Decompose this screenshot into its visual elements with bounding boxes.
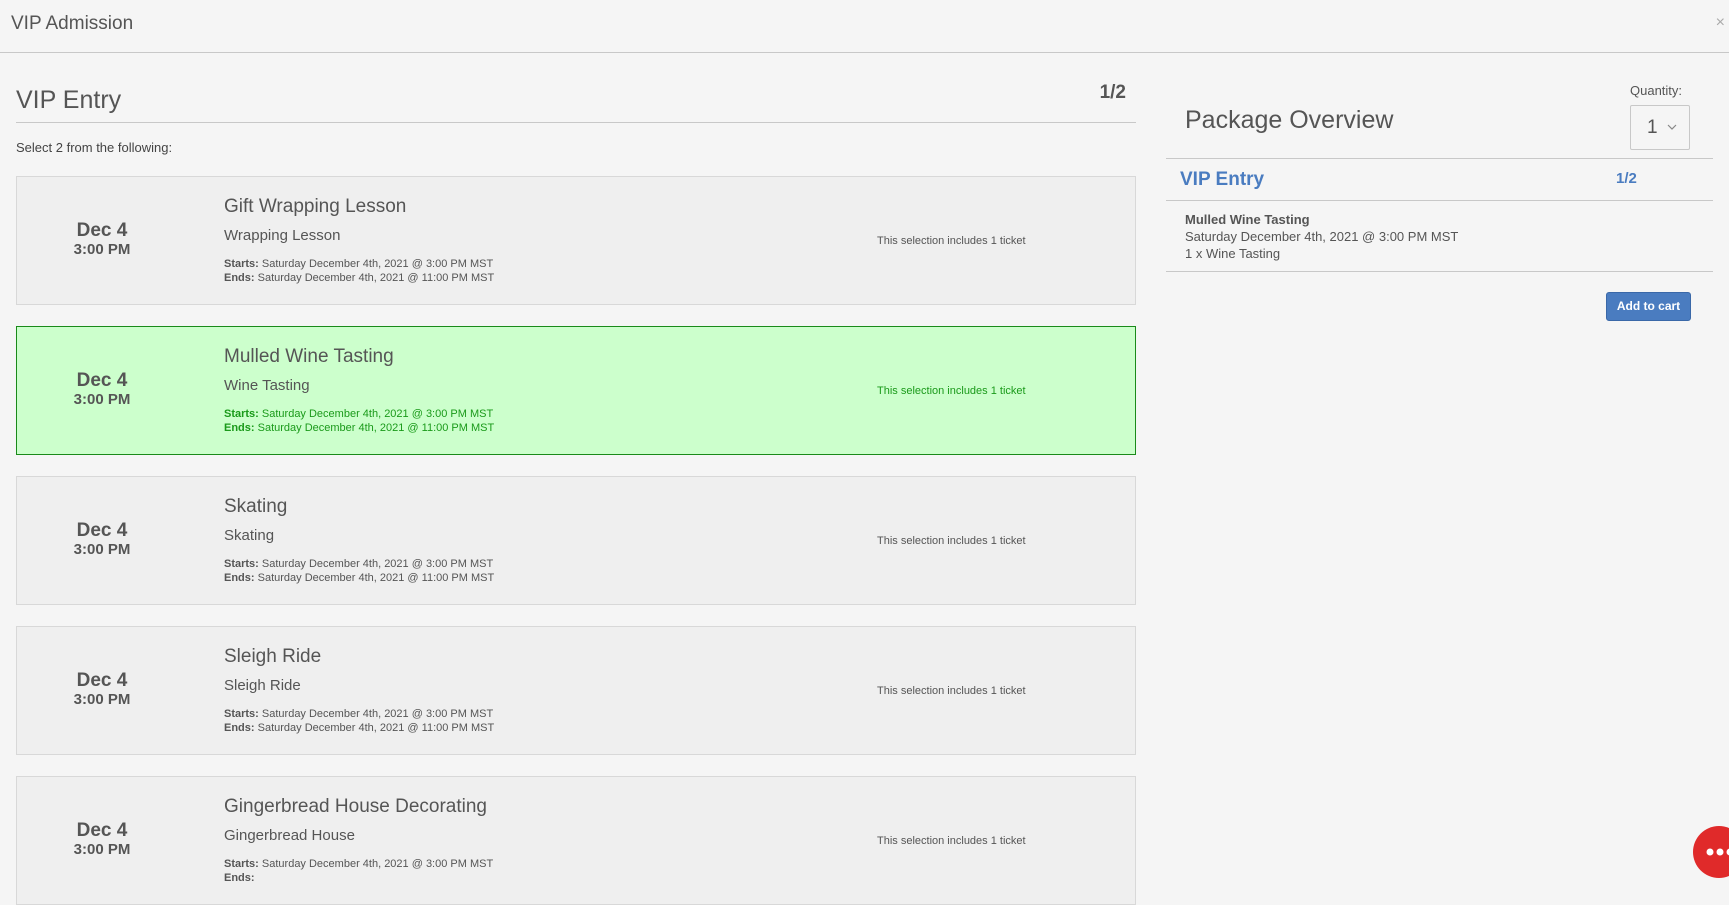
- starts-label: Starts:: [224, 858, 259, 870]
- starts-value: Saturday December 4th, 2021 @ 3:00 PM MS…: [262, 858, 493, 870]
- option-title: Gift Wrapping Lesson: [224, 196, 406, 218]
- option-card[interactable]: Dec 4 3:00 PM Skating Skating Starts: Sa…: [16, 476, 1136, 605]
- starts-value: Saturday December 4th, 2021 @ 3:00 PM MS…: [262, 708, 493, 720]
- overview-divider: [1166, 158, 1713, 159]
- overview-item-title: Mulled Wine Tasting: [1185, 212, 1310, 227]
- overview-divider: [1166, 200, 1713, 201]
- option-card[interactable]: Dec 4 3:00 PM Sleigh Ride Sleigh Ride St…: [16, 626, 1136, 755]
- modal-title: VIP Admission: [11, 13, 133, 35]
- option-day: Dec 4: [17, 221, 187, 241]
- add-to-cart-button[interactable]: Add to cart: [1606, 292, 1691, 321]
- ends-value: Saturday December 4th, 2021 @ 11:00 PM M…: [258, 572, 495, 584]
- option-includes: This selection includes 1 ticket: [877, 835, 1026, 847]
- package-overview-panel: Quantity: 1 Package Overview VIP Entry 1…: [1166, 53, 1713, 870]
- ends-label: Ends:: [224, 572, 255, 584]
- option-title: Skating: [224, 496, 287, 518]
- option-time: 3:00 PM: [17, 391, 187, 409]
- option-card[interactable]: Dec 4 3:00 PM Gingerbread House Decorati…: [16, 776, 1136, 905]
- section-divider: [16, 122, 1136, 123]
- option-title: Sleigh Ride: [224, 646, 321, 668]
- option-time: 3:00 PM: [17, 241, 187, 259]
- starts-label: Starts:: [224, 408, 259, 420]
- option-date: Dec 4 3:00 PM: [17, 521, 187, 559]
- option-includes: This selection includes 1 ticket: [877, 685, 1026, 697]
- option-times: Starts: Saturday December 4th, 2021 @ 3:…: [224, 407, 494, 435]
- option-subtitle: Gingerbread House: [224, 827, 355, 844]
- ends-value: Saturday December 4th, 2021 @ 11:00 PM M…: [258, 272, 495, 284]
- option-times: Starts: Saturday December 4th, 2021 @ 3:…: [224, 557, 494, 585]
- option-card-selected[interactable]: Dec 4 3:00 PM Mulled Wine Tasting Wine T…: [16, 326, 1136, 455]
- overview-divider: [1166, 271, 1713, 272]
- overview-item-date: Saturday December 4th, 2021 @ 3:00 PM MS…: [1185, 229, 1458, 244]
- ends-label: Ends:: [224, 872, 255, 884]
- option-day: Dec 4: [17, 821, 187, 841]
- option-date: Dec 4 3:00 PM: [17, 671, 187, 709]
- option-date: Dec 4 3:00 PM: [17, 371, 187, 409]
- starts-value: Saturday December 4th, 2021 @ 3:00 PM MS…: [262, 558, 493, 570]
- option-includes: This selection includes 1 ticket: [877, 235, 1026, 247]
- ends-value: Saturday December 4th, 2021 @ 11:00 PM M…: [258, 722, 495, 734]
- ends-label: Ends:: [224, 722, 255, 734]
- option-time: 3:00 PM: [17, 541, 187, 559]
- starts-label: Starts:: [224, 708, 259, 720]
- chevron-down-icon: [1667, 122, 1677, 132]
- option-title: Mulled Wine Tasting: [224, 346, 394, 368]
- option-subtitle: Skating: [224, 527, 274, 544]
- starts-value: Saturday December 4th, 2021 @ 3:00 PM MS…: [262, 408, 493, 420]
- quantity-label: Quantity:: [1630, 83, 1682, 98]
- option-includes: This selection includes 1 ticket: [877, 535, 1026, 547]
- option-time: 3:00 PM: [17, 691, 187, 709]
- option-subtitle: Wrapping Lesson: [224, 227, 340, 244]
- close-icon[interactable]: ×: [1716, 14, 1725, 32]
- starts-value: Saturday December 4th, 2021 @ 3:00 PM MS…: [262, 258, 493, 270]
- option-day: Dec 4: [17, 671, 187, 691]
- quantity-select[interactable]: 1: [1630, 105, 1690, 150]
- overview-item-quantity: 1 x Wine Tasting: [1185, 246, 1280, 261]
- option-subtitle: Wine Tasting: [224, 377, 310, 394]
- starts-label: Starts:: [224, 558, 259, 570]
- section-title: VIP Entry: [16, 86, 121, 115]
- options-column: VIP Entry 1/2 Select 2 from the followin…: [16, 53, 1136, 870]
- overview-section-count: 1/2: [1616, 170, 1637, 187]
- option-date: Dec 4 3:00 PM: [17, 821, 187, 859]
- option-times: Starts: Saturday December 4th, 2021 @ 3:…: [224, 707, 494, 735]
- section-count: 1/2: [1100, 82, 1126, 104]
- modal-header: VIP Admission ×: [0, 0, 1729, 53]
- option-card[interactable]: Dec 4 3:00 PM Gift Wrapping Lesson Wrapp…: [16, 176, 1136, 305]
- ends-value: Saturday December 4th, 2021 @ 11:00 PM M…: [258, 422, 495, 434]
- option-time: 3:00 PM: [17, 841, 187, 859]
- option-times: Starts: Saturday December 4th, 2021 @ 3:…: [224, 857, 493, 885]
- overview-title: Package Overview: [1185, 106, 1393, 135]
- option-day: Dec 4: [17, 371, 187, 391]
- ends-label: Ends:: [224, 422, 255, 434]
- option-subtitle: Sleigh Ride: [224, 677, 301, 694]
- starts-label: Starts:: [224, 258, 259, 270]
- quantity-value: 1: [1647, 117, 1658, 139]
- option-includes: This selection includes 1 ticket: [877, 385, 1026, 397]
- overview-section-title: VIP Entry: [1180, 169, 1264, 191]
- ends-label: Ends:: [224, 272, 255, 284]
- option-date: Dec 4 3:00 PM: [17, 221, 187, 259]
- selection-instructions: Select 2 from the following:: [16, 140, 172, 155]
- option-day: Dec 4: [17, 521, 187, 541]
- option-times: Starts: Saturday December 4th, 2021 @ 3:…: [224, 257, 494, 285]
- ellipsis-icon: [1705, 846, 1729, 858]
- option-title: Gingerbread House Decorating: [224, 796, 487, 818]
